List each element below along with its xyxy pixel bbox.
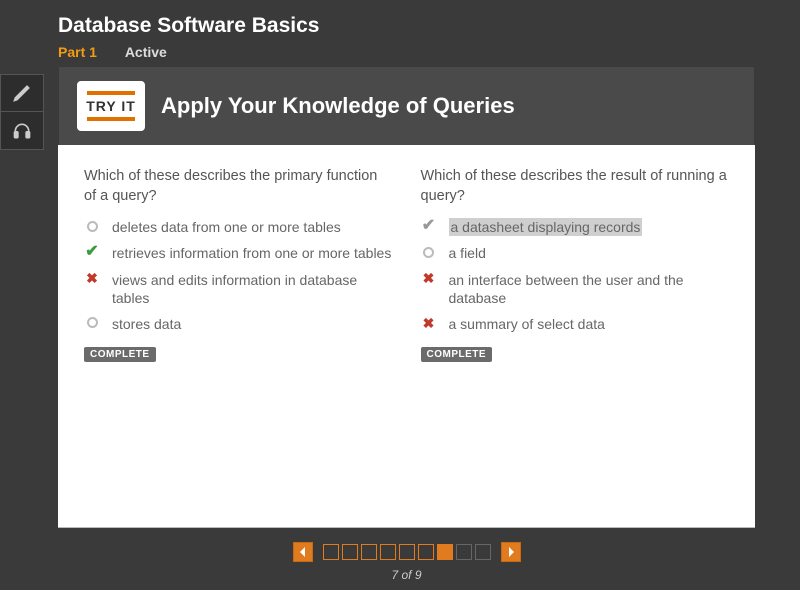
answer-option[interactable]: ✖ views and edits information in databas… (84, 271, 393, 307)
question-column-2: Which of these describes the result of r… (421, 167, 730, 509)
audio-tool-button[interactable] (0, 112, 44, 150)
cross-incorrect-icon: ✖ (84, 271, 100, 287)
question-prompt: Which of these describes the primary fun… (84, 167, 393, 206)
pager-page-4[interactable] (380, 544, 396, 560)
question-prompt: Which of these describes the result of r… (421, 167, 730, 206)
active-label[interactable]: Active (125, 44, 167, 60)
pager-page-8[interactable] (456, 544, 472, 560)
pager-page-5[interactable] (399, 544, 415, 560)
chevron-right-icon (507, 547, 515, 557)
chevron-left-icon (299, 547, 307, 557)
radio-empty-icon (421, 244, 437, 260)
pager-page-7[interactable] (437, 544, 453, 560)
pager-page-9[interactable] (475, 544, 491, 560)
pager-page-6[interactable] (418, 544, 434, 560)
answer-option[interactable]: ✔ retrieves information from one or more… (84, 244, 393, 262)
pager (293, 542, 521, 562)
radio-empty-icon (84, 218, 100, 234)
status-badge: COMPLETE (421, 347, 493, 362)
answer-text: deletes data from one or more tables (112, 218, 341, 236)
headphones-icon (12, 121, 32, 141)
page-indicator: 7 of 9 (391, 568, 421, 582)
draw-tool-button[interactable] (0, 74, 44, 112)
pager-page-3[interactable] (361, 544, 377, 560)
page-title: Database Software Basics (58, 14, 800, 38)
question-column-1: Which of these describes the primary fun… (84, 167, 393, 509)
answer-option[interactable]: stores data (84, 315, 393, 333)
answer-option[interactable]: ✖ a summary of select data (421, 315, 730, 333)
answer-option[interactable]: ✖ an interface between the user and the … (421, 271, 730, 307)
status-badge: COMPLETE (84, 347, 156, 362)
side-toolbar (0, 74, 44, 150)
answer-text: a field (449, 244, 486, 262)
check-correct-icon: ✔ (84, 244, 100, 260)
tryit-label: TRY IT (86, 98, 136, 114)
prev-button[interactable] (293, 542, 313, 562)
answer-option[interactable]: a field (421, 244, 730, 262)
part-label[interactable]: Part 1 (58, 44, 97, 60)
answer-option[interactable]: ✔ a datasheet displaying records (421, 218, 730, 236)
answer-option[interactable]: deletes data from one or more tables (84, 218, 393, 236)
cross-incorrect-icon: ✖ (421, 315, 437, 331)
answer-text: retrieves information from one or more t… (112, 244, 391, 262)
tryit-badge: TRY IT (77, 81, 145, 131)
pencil-icon (12, 83, 32, 103)
cross-incorrect-icon: ✖ (421, 271, 437, 287)
answer-text: a summary of select data (449, 315, 605, 333)
answer-text: a datasheet displaying records (449, 218, 643, 236)
answer-text: an interface between the user and the da… (449, 271, 730, 307)
radio-empty-icon (84, 315, 100, 331)
answer-text: views and edits information in database … (112, 271, 393, 307)
check-selected-icon: ✔ (421, 218, 437, 234)
answer-text: stores data (112, 315, 181, 333)
pager-page-2[interactable] (342, 544, 358, 560)
next-button[interactable] (501, 542, 521, 562)
pager-page-1[interactable] (323, 544, 339, 560)
card-title: Apply Your Knowledge of Queries (161, 93, 515, 119)
